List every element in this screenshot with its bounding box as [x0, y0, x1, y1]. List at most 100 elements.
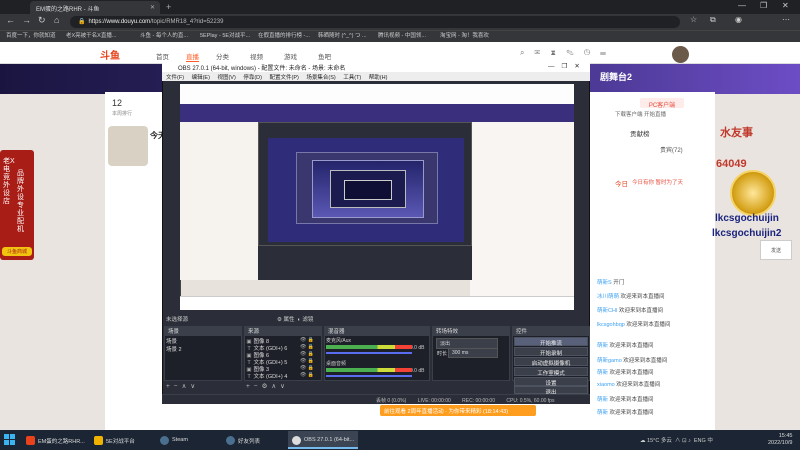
- menu-help[interactable]: 帮助(H): [369, 75, 388, 81]
- system-tray[interactable]: ☁ 15°C 多云 ∧ ⊡ ♪ ENG 中: [640, 436, 713, 444]
- browser-tab[interactable]: EM蛋的之路RHR - 斗鱼 ✕: [30, 1, 160, 14]
- visibility-icon[interactable]: 👁 🔒: [300, 365, 314, 371]
- windows-start-icon[interactable]: [4, 434, 15, 445]
- menu-profile[interactable]: 配置文件(P): [269, 75, 298, 81]
- menu-scene-collection[interactable]: 场景集合(S): [306, 75, 335, 81]
- source-item[interactable]: T 文本 (GDI+) 4: [246, 372, 287, 380]
- overlay-username: lkcsgochuijin: [715, 213, 779, 224]
- scene-item[interactable]: 场景: [166, 337, 177, 345]
- chat-message: 萌新S 开门: [597, 280, 625, 286]
- bookmark-item[interactable]: 韩晒随时 (^_^) つ ...: [318, 31, 367, 39]
- nav-category[interactable]: 分类: [216, 51, 229, 61]
- profile-icon[interactable]: ◉: [735, 15, 742, 24]
- chat-message: 萌新 欢迎来到本直播间: [597, 397, 654, 403]
- source-toolbar[interactable]: +−⚙∧∨: [246, 382, 289, 390]
- left-ad-text-2: 品牌外设专业配机: [17, 170, 24, 233]
- virtual-camera-button[interactable]: 启动虚拟摄像机: [514, 357, 588, 367]
- scene-item[interactable]: 场景 2: [166, 345, 182, 353]
- bookmark-item[interactable]: 淘宝网 - 淘！我喜欢: [440, 31, 489, 39]
- back-icon[interactable]: ←: [6, 15, 15, 25]
- pc-client-button[interactable]: PC客户端: [640, 98, 684, 109]
- filters-button[interactable]: 滤镜: [302, 317, 313, 323]
- menu-edit[interactable]: 编辑(E): [192, 75, 210, 81]
- nav-video[interactable]: 视频: [250, 51, 263, 61]
- more-icon[interactable]: ⋯: [782, 15, 790, 24]
- clock[interactable]: 15:45 2022/10/9: [768, 433, 792, 447]
- contribution-tab[interactable]: 贡献榜: [630, 128, 650, 138]
- visibility-icon[interactable]: 👁 🔒: [300, 344, 314, 350]
- nav-fishbar[interactable]: 鱼吧: [318, 51, 331, 61]
- taskbar-item[interactable]: 好友列表: [222, 431, 286, 449]
- nav-home[interactable]: 首页: [156, 51, 169, 61]
- bookmark-item[interactable]: 老X亮被干名X直播...: [66, 31, 116, 39]
- vip-tab[interactable]: 贵宾(72): [660, 145, 683, 154]
- bookmark-item[interactable]: 腾讯视频 - 中国领...: [378, 31, 426, 39]
- menu-dock[interactable]: 停靠(D): [243, 75, 262, 81]
- preview-nested-5: [344, 180, 392, 200]
- gear-icon[interactable]: ⚙: [277, 317, 282, 323]
- streamer-avatar[interactable]: [108, 126, 148, 166]
- props-filter-buttons[interactable]: ⚙ 属性 ◐ 滤镜: [277, 315, 313, 323]
- properties-button[interactable]: 属性: [283, 317, 294, 323]
- reload-icon[interactable]: ↻: [38, 15, 46, 26]
- minimize-icon[interactable]: —: [738, 1, 746, 10]
- nav-live[interactable]: 直播: [186, 51, 199, 62]
- volume-slider[interactable]: [326, 375, 412, 377]
- lang-indicator: ENG: [693, 438, 706, 444]
- avatar[interactable]: [672, 46, 689, 63]
- header-icons[interactable]: ⌕✉♜✎◷☰: [520, 48, 616, 58]
- bookmark-item[interactable]: 在假直播的排行榜 -...: [258, 31, 310, 39]
- stage-title: 剧舞台2: [600, 72, 633, 82]
- dropped-frames: 丢帧 0 (0.0%): [376, 398, 407, 404]
- start-recording-button[interactable]: 开始录制: [514, 347, 588, 357]
- menu-file[interactable]: 文件(F): [166, 75, 184, 81]
- volume-slider[interactable]: [326, 352, 412, 354]
- visibility-icon[interactable]: 👁 🔒: [300, 337, 314, 343]
- filter-icon[interactable]: ◐: [298, 317, 301, 323]
- collections-icon[interactable]: ⧉: [710, 15, 716, 25]
- left-ad-button[interactable]: 斗鱼商城: [2, 247, 32, 256]
- event-banner[interactable]: 前往观看 2周年直播活动 · 为你带来精彩 (18:14:43): [380, 405, 536, 416]
- site-logo[interactable]: 斗鱼: [100, 47, 120, 62]
- obs-icon: [292, 436, 301, 445]
- url-path: /topic/RMR18_4?rid=52239: [150, 19, 224, 25]
- scene-toolbar[interactable]: +−∧∨: [166, 382, 199, 390]
- obs-window-controls[interactable]: —❐✕: [548, 62, 587, 70]
- maximize-icon[interactable]: ❐: [760, 1, 767, 10]
- chat-message: 萌新CHI 欢迎来到本直播间: [597, 308, 664, 314]
- bookmark-item[interactable]: 百度一下，你就知道: [6, 31, 56, 39]
- duration-input[interactable]: 300 ms: [448, 348, 498, 358]
- favorites-icon[interactable]: ☆: [690, 15, 697, 24]
- bookmark-item[interactable]: 5EPlay - 5E对战平...: [200, 31, 250, 39]
- settings-button[interactable]: 设置: [514, 377, 588, 387]
- taskbar-item[interactable]: Steam: [156, 431, 220, 449]
- right-panel-note: 下载客户端 开始直播: [615, 112, 667, 118]
- nav-game[interactable]: 游戏: [284, 51, 297, 61]
- taskbar-item[interactable]: OBS 27.0.1 (64-bit...: [288, 431, 358, 449]
- preview-right-area: [470, 122, 574, 302]
- menu-tools[interactable]: 工具(T): [343, 75, 361, 81]
- preview-left-area: [180, 122, 258, 240]
- visibility-icon[interactable]: 👁 🔒: [300, 358, 314, 364]
- close-window-icon[interactable]: ✕: [782, 1, 789, 10]
- chat-message: 萌新 欢迎来到本直播间: [597, 343, 654, 349]
- url-input[interactable]: 🔒 https://www.douyu.com/topic/RMR18_4?rid…: [70, 16, 680, 28]
- taskbar-item[interactable]: EM蛋的之路RHR...: [22, 431, 88, 449]
- browser-icon: [26, 436, 35, 445]
- send-button[interactable]: 发送: [760, 240, 792, 260]
- weather-text: 15°C 多云: [647, 438, 672, 444]
- home-icon[interactable]: ⌂: [54, 15, 59, 25]
- close-tab-icon[interactable]: ✕: [150, 4, 155, 11]
- studio-mode-button[interactable]: 工作室模式: [514, 367, 588, 377]
- start-streaming-button[interactable]: 开始推流: [514, 337, 588, 347]
- preview-bottom-strip: [180, 296, 574, 310]
- new-tab-icon[interactable]: +: [166, 2, 171, 12]
- bookmark-item[interactable]: 斗鱼 - 每个人的直...: [140, 31, 188, 39]
- transitions-dock-title: 转场特效: [432, 326, 510, 335]
- forward-icon[interactable]: →: [22, 15, 31, 25]
- menu-view[interactable]: 视图(V): [217, 75, 235, 81]
- taskbar-item[interactable]: 5E对战平台: [90, 431, 154, 449]
- visibility-icon[interactable]: 👁 🔒: [300, 372, 314, 378]
- exit-button[interactable]: 退出: [514, 386, 588, 396]
- visibility-icon[interactable]: 👁 🔒: [300, 351, 314, 357]
